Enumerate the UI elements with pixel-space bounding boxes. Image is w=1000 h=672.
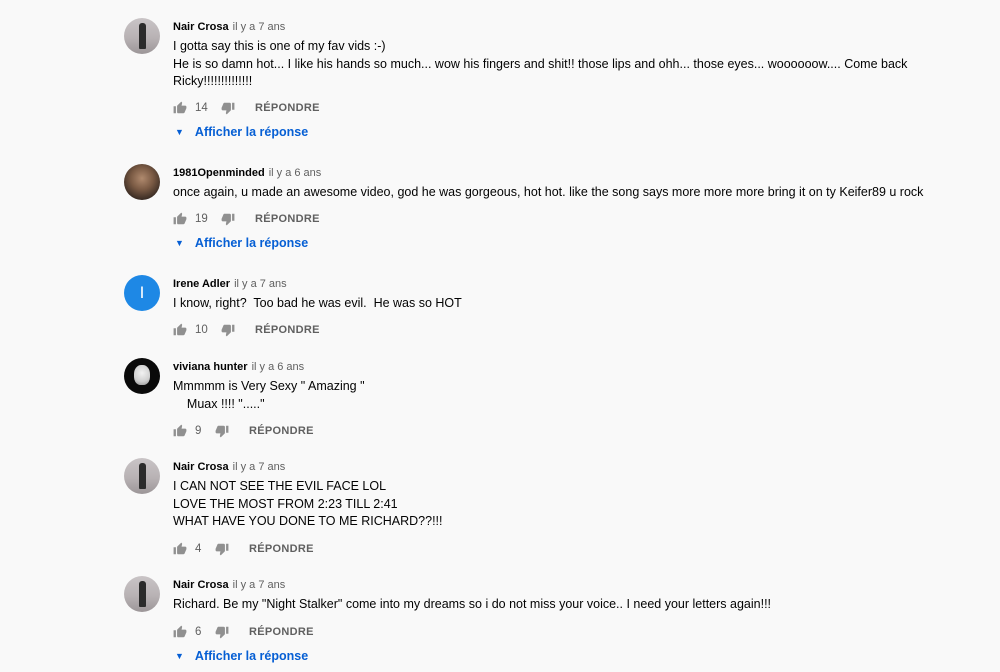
comment-actions: 10 RÉPONDRE xyxy=(173,321,320,339)
thumbs-down-icon[interactable] xyxy=(215,625,229,639)
comment-time[interactable]: il y a 6 ans xyxy=(252,361,305,373)
comment-time[interactable]: il y a 7 ans xyxy=(233,21,286,33)
thumbs-down-icon[interactable] xyxy=(221,212,235,226)
reply-button[interactable]: RÉPONDRE xyxy=(255,213,320,225)
comment-header: Nair Crosa il y a 7 ans xyxy=(173,460,973,474)
avatar[interactable] xyxy=(124,458,160,494)
thumbs-down-icon[interactable] xyxy=(215,424,229,438)
thumbs-down-icon[interactable] xyxy=(221,101,235,115)
comment-time[interactable]: il y a 7 ans xyxy=(233,579,286,591)
comment-actions: 14 RÉPONDRE xyxy=(173,99,320,117)
comment-header: Nair Crosa il y a 7 ans xyxy=(173,578,973,592)
comment-text: I CAN NOT SEE THE EVIL FACE LOL LOVE THE… xyxy=(173,479,443,528)
show-replies-label: Afficher la réponse xyxy=(194,236,309,250)
avatar[interactable] xyxy=(124,164,160,200)
comment-header: Nair Crosa il y a 7 ans xyxy=(173,20,973,34)
like-count: 6 xyxy=(195,626,202,638)
avatar[interactable] xyxy=(124,18,160,54)
show-replies-button[interactable]: ▼ Afficher la réponse xyxy=(173,236,308,250)
comment-actions: 19 RÉPONDRE xyxy=(173,210,320,228)
avatar[interactable] xyxy=(124,576,160,612)
reply-button[interactable]: RÉPONDRE xyxy=(249,626,314,638)
comment-text: Mmmmm is Very Sexy " Amazing " Muax !!!!… xyxy=(173,379,365,411)
comment-author[interactable]: Nair Crosa xyxy=(173,579,229,591)
thumbs-up-icon[interactable] xyxy=(173,625,187,639)
like-count: 19 xyxy=(195,213,208,225)
comment-author[interactable]: 1981Openminded xyxy=(173,167,265,179)
comment-actions: 4 RÉPONDRE xyxy=(173,540,314,558)
thumbs-up-icon[interactable] xyxy=(173,212,187,226)
caret-down-icon: ▼ xyxy=(175,127,184,137)
comment-author[interactable]: Irene Adler xyxy=(173,278,230,290)
caret-down-icon: ▼ xyxy=(175,651,184,661)
comment-text: I know, right? Too bad he was evil. He w… xyxy=(173,296,462,310)
like-count: 10 xyxy=(195,324,208,336)
thumbs-down-icon[interactable] xyxy=(215,542,229,556)
thumbs-down-icon[interactable] xyxy=(221,323,235,337)
like-count: 14 xyxy=(195,102,208,114)
comment-actions: 9 RÉPONDRE xyxy=(173,422,314,440)
show-replies-button[interactable]: ▼ Afficher la réponse xyxy=(173,125,308,139)
comment-author[interactable]: viviana hunter xyxy=(173,361,248,373)
comment-text: Richard. Be my "Night Stalker" come into… xyxy=(173,597,772,611)
reply-button[interactable]: RÉPONDRE xyxy=(249,425,314,437)
comment-text: once again, u made an awesome video, god… xyxy=(173,185,924,199)
like-count: 4 xyxy=(195,543,202,555)
comment-time[interactable]: il y a 7 ans xyxy=(233,461,286,473)
comment-header: Irene Adler il y a 7 ans xyxy=(173,277,973,291)
thumbs-up-icon[interactable] xyxy=(173,542,187,556)
avatar-figure xyxy=(139,23,146,49)
comment-time[interactable]: il y a 7 ans xyxy=(234,278,287,290)
comment-author[interactable]: Nair Crosa xyxy=(173,461,229,473)
comment-time[interactable]: il y a 6 ans xyxy=(269,167,322,179)
comment-text: I gotta say this is one of my fav vids :… xyxy=(173,39,908,88)
avatar-figure xyxy=(139,581,146,607)
thumbs-up-icon[interactable] xyxy=(173,101,187,115)
comment-header: viviana hunter il y a 6 ans xyxy=(173,360,973,374)
caret-down-icon: ▼ xyxy=(175,238,184,248)
show-replies-label: Afficher la réponse xyxy=(194,649,309,663)
avatar[interactable] xyxy=(124,358,160,394)
thumbs-up-icon[interactable] xyxy=(173,323,187,337)
comment-author[interactable]: Nair Crosa xyxy=(173,21,229,33)
thumbs-up-icon[interactable] xyxy=(173,424,187,438)
avatar[interactable]: I xyxy=(124,275,160,311)
show-replies-label: Afficher la réponse xyxy=(194,125,309,139)
reply-button[interactable]: RÉPONDRE xyxy=(249,543,314,555)
comment-actions: 6 RÉPONDRE xyxy=(173,623,314,641)
comment-header: 1981Openminded il y a 6 ans xyxy=(173,166,973,180)
show-replies-button[interactable]: ▼ Afficher la réponse xyxy=(173,649,308,663)
reply-button[interactable]: RÉPONDRE xyxy=(255,324,320,336)
like-count: 9 xyxy=(195,425,202,437)
avatar-figure xyxy=(139,463,146,489)
avatar-skull xyxy=(134,365,150,385)
reply-button[interactable]: RÉPONDRE xyxy=(255,102,320,114)
